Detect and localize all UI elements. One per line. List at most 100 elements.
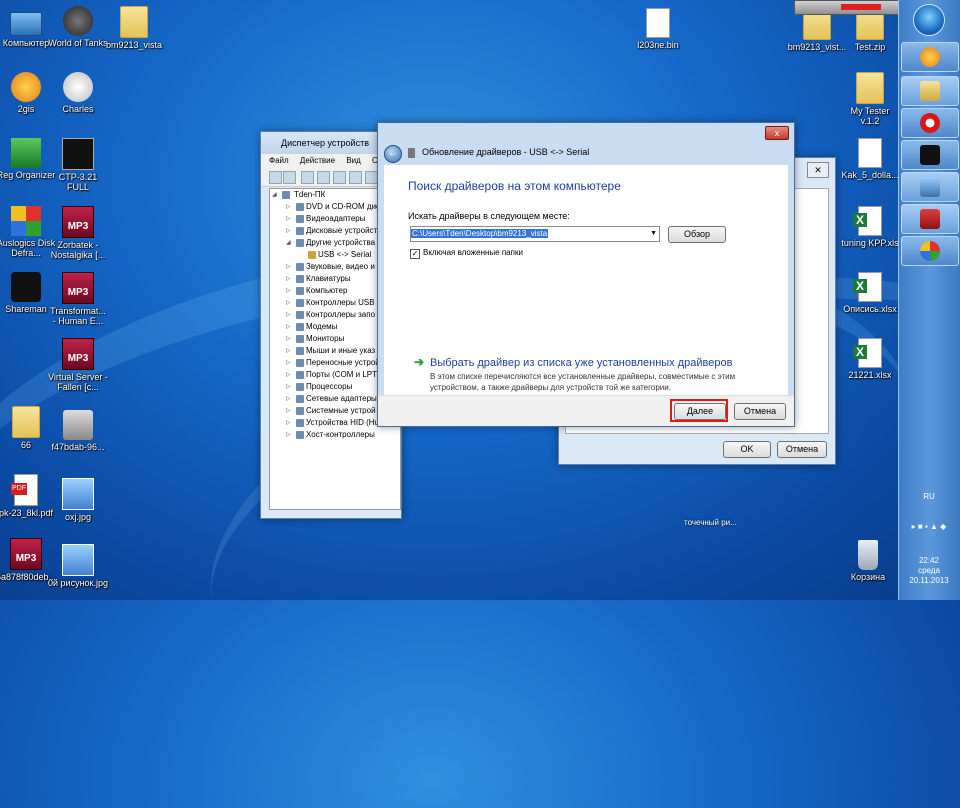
expand-arrow-icon[interactable]: ▷: [286, 345, 291, 357]
expand-arrow-icon[interactable]: ▷: [286, 333, 291, 345]
desktop-icon-virtual-server[interactable]: MP3 Virtual Server - Fallen [c...: [48, 338, 108, 392]
reg-organizer-icon: [11, 138, 41, 168]
wizard-header-title: Обновление драйверов - USB <-> Serial: [422, 147, 590, 157]
driver-path-input[interactable]: C:\Users\Tden\Desktop\bm9213_vista ▼: [410, 226, 660, 242]
driver-path-value: C:\Users\Tden\Desktop\bm9213_vista: [411, 229, 549, 238]
browse-button[interactable]: Обзор: [668, 226, 726, 243]
desktop-icon-zorbatek[interactable]: MP3 Zorbatek - Nostalgika [...: [48, 206, 108, 260]
expanded-arrow-icon[interactable]: ◢: [272, 189, 277, 201]
device-tree-label: Другие устройства: [306, 238, 376, 247]
desktop-icon-bm9213-vista[interactable]: bm9213_vista: [104, 6, 164, 50]
show-hide-icon[interactable]: [301, 171, 314, 184]
device-category-icon: [282, 191, 290, 199]
wizard-titlebar: x: [378, 123, 794, 141]
scan-icon[interactable]: [349, 171, 362, 184]
desktop-icon-transformat[interactable]: MP3 Transformat... - Human E...: [48, 272, 108, 326]
taskbar-app-paint[interactable]: [901, 236, 959, 266]
expanded-arrow-icon[interactable]: ◢: [286, 237, 291, 249]
desktop-icon-risunok[interactable]: 0й рисунок.jpg: [48, 544, 108, 588]
expand-arrow-icon[interactable]: ▷: [286, 261, 291, 273]
taskbar-app-toolbox[interactable]: [901, 204, 959, 234]
back-arrow-icon[interactable]: ←: [384, 145, 402, 163]
device-category-icon: [296, 371, 304, 379]
properties-icon[interactable]: [317, 171, 330, 184]
expand-arrow-icon[interactable]: ▷: [286, 429, 291, 441]
close-icon[interactable]: ✕: [807, 162, 829, 178]
desktop-icon-my-tester[interactable]: My Tester v.1.2: [840, 72, 900, 126]
expand-arrow-icon[interactable]: ▷: [286, 213, 291, 225]
taskbar-app-shareman[interactable]: [901, 140, 959, 170]
desktop-icon-tuning-kpp[interactable]: tuning KPP.xls: [840, 206, 900, 248]
update-driver-wizard[interactable]: x ← Обновление драйверов - USB <-> Seria…: [377, 122, 795, 427]
expand-arrow-icon[interactable]: ▷: [286, 225, 291, 237]
device-category-icon: [296, 419, 304, 427]
desktop-icon-recycle-bin[interactable]: Корзина: [838, 540, 898, 582]
app-icon: [920, 47, 940, 67]
expand-arrow-icon[interactable]: ▷: [286, 201, 291, 213]
pdf-file-icon: [11, 474, 38, 506]
excel-file-icon: [853, 206, 882, 236]
start-button[interactable]: [913, 4, 945, 36]
ok-button[interactable]: OK: [723, 441, 771, 458]
expand-arrow-icon[interactable]: ▷: [286, 309, 291, 321]
language-indicator[interactable]: RU: [900, 492, 958, 501]
back-arrow-icon[interactable]: [269, 171, 282, 184]
cancel-button[interactable]: Отмена: [777, 441, 827, 458]
desktop-icon-l203ne[interactable]: l203ne.bin: [626, 8, 690, 50]
include-subfolders-label: Включая вложенные папки: [423, 248, 523, 257]
device-category-icon: [296, 347, 304, 355]
tray-icons[interactable]: ▸ ■ ▪ ▲ ◆: [900, 522, 958, 531]
desktop-icon-oxj[interactable]: oxj.jpg: [48, 478, 108, 522]
clock-date: 20.11.2013: [909, 576, 949, 585]
pick-driver-description: В этом списке перечисляются все установл…: [430, 372, 736, 392]
desktop-icon-21221[interactable]: 21221.xlsx: [840, 338, 900, 380]
device-tree-item[interactable]: ▷ Хост-контроллеры: [270, 429, 400, 441]
taskbar-app-opera[interactable]: [901, 108, 959, 138]
expand-arrow-icon[interactable]: ▷: [286, 417, 291, 429]
desktop-icon-kak5dolla[interactable]: Kak_5_dolla...: [840, 138, 900, 180]
expand-arrow-icon[interactable]: ▷: [286, 369, 291, 381]
chevron-down-icon[interactable]: ▼: [650, 227, 657, 241]
excel-file-icon: [853, 338, 882, 368]
expand-arrow-icon[interactable]: ▷: [286, 381, 291, 393]
help-icon[interactable]: [333, 171, 346, 184]
expand-arrow-icon[interactable]: ▷: [286, 393, 291, 405]
taskbar-app-explorer[interactable]: [901, 76, 959, 106]
taskbar-app-1[interactable]: [901, 42, 959, 72]
menu-view[interactable]: Вид: [346, 156, 360, 165]
device-tree-label: Мыши и иные указ: [306, 346, 376, 355]
include-subfolders-checkbox[interactable]: ✓ Включая вложенные папки: [410, 248, 523, 259]
forward-arrow-icon[interactable]: [283, 171, 296, 184]
menu-file[interactable]: Файл: [269, 156, 289, 165]
image-file-icon: [63, 410, 93, 440]
device-category-icon: [296, 287, 304, 295]
expand-arrow-icon[interactable]: ▷: [286, 273, 291, 285]
toolbox-icon: [920, 209, 940, 229]
desktop-icon-opisis[interactable]: Описись.xlsx: [840, 272, 900, 314]
desktop-caption: точечный ри...: [684, 518, 737, 527]
expand-arrow-icon[interactable]: ▷: [286, 321, 291, 333]
desktop-icon-charles[interactable]: Charles: [48, 72, 108, 114]
expand-arrow-icon[interactable]: ▷: [286, 357, 291, 369]
desktop-gadget[interactable]: [794, 0, 900, 15]
expand-arrow-icon[interactable]: ▷: [286, 297, 291, 309]
taskbar-app-device-manager[interactable]: [901, 172, 959, 202]
device-category-icon: [296, 335, 304, 343]
desktop-icon-f47bdab[interactable]: f47bdab-96...: [48, 410, 108, 452]
recycle-bin-icon: [858, 540, 878, 570]
clock-time[interactable]: 22:42: [900, 556, 958, 565]
expand-arrow-icon[interactable]: ▷: [286, 285, 291, 297]
shareman-icon: [920, 145, 940, 165]
device-category-icon: [296, 359, 304, 367]
pick-driver-link[interactable]: Выбрать драйвер из списка уже установлен…: [430, 357, 732, 369]
image-file-icon: [62, 544, 94, 576]
device-tree-label: USB <-> Serial: [318, 250, 372, 259]
device-category-icon: [296, 239, 304, 247]
desktop-icon-world-of-tanks[interactable]: World of Tanks: [48, 6, 108, 48]
desktop-icon-ctp[interactable]: CTP-3.21 FULL: [48, 138, 108, 192]
expand-arrow-icon[interactable]: ▷: [286, 405, 291, 417]
cancel-button[interactable]: Отмена: [734, 403, 786, 420]
close-button[interactable]: x: [765, 126, 789, 140]
shareman-icon: [11, 272, 41, 302]
menu-action[interactable]: Действие: [300, 156, 335, 165]
